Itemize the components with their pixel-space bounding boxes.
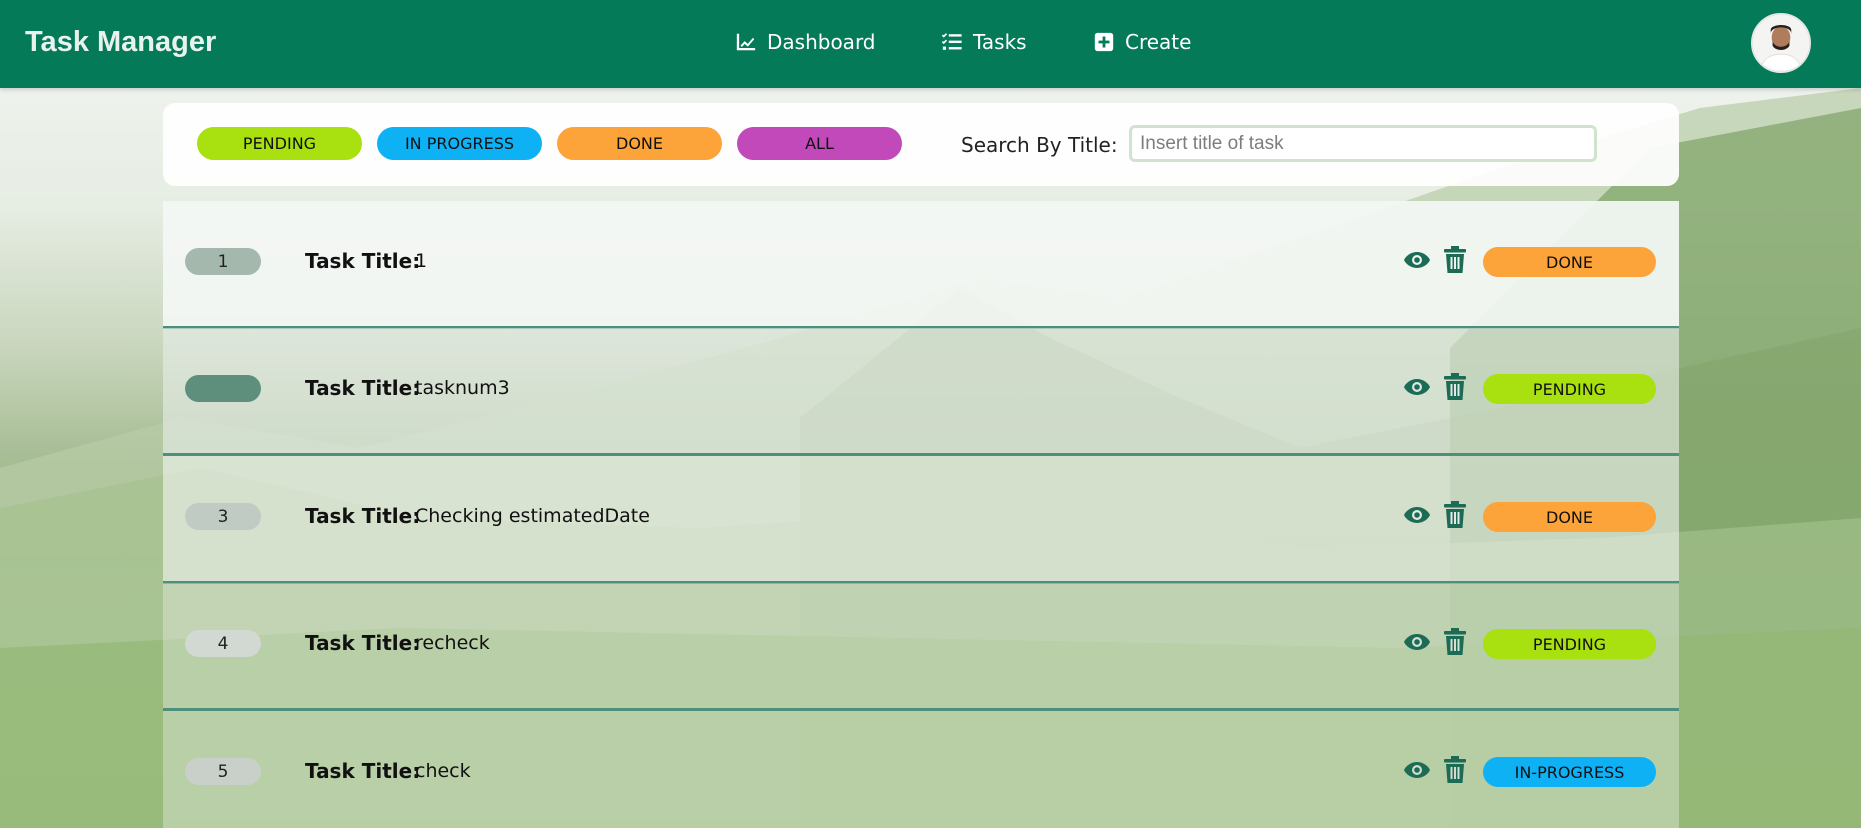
eye-icon[interactable] [1403, 248, 1431, 272]
nav-dashboard-link[interactable]: Dashboard [735, 30, 876, 54]
task-number-badge: 1 [185, 248, 261, 275]
eye-icon[interactable] [1403, 503, 1431, 527]
task-row: 3 Task Title: Checking estimatedDate DON… [163, 456, 1679, 584]
filter-in-progress-button[interactable]: IN PROGRESS [377, 127, 542, 160]
status-badge: PENDING [1483, 629, 1656, 659]
task-title-label: Task Title: [305, 249, 421, 273]
task-title-value: Checking estimatedDate [415, 505, 650, 527]
navbar: Task Manager Dashboard Tasks Create [0, 0, 1861, 88]
task-number-badge: 3 [185, 503, 261, 530]
trash-icon[interactable] [1444, 628, 1466, 655]
task-list: 1 Task Title: 1 DONE 2 Task Title: taskn… [163, 201, 1679, 828]
filter-bar: PENDING IN PROGRESS DONE ALL Search By T… [163, 103, 1679, 186]
trash-icon[interactable] [1444, 501, 1466, 528]
plus-square-icon [1094, 32, 1114, 52]
nav-tasks-label: Tasks [973, 30, 1027, 54]
task-title-value: check [415, 760, 471, 782]
task-title-label: Task Title: [305, 376, 421, 400]
chart-line-icon [736, 33, 756, 51]
status-badge: DONE [1483, 247, 1656, 277]
task-row: 4 Task Title: recheck PENDING [163, 583, 1679, 711]
task-row: 2 Task Title: tasknum3 PENDING [163, 328, 1679, 456]
trash-icon[interactable] [1444, 246, 1466, 273]
status-badge: DONE [1483, 502, 1656, 532]
status-badge: IN-PROGRESS [1483, 757, 1656, 787]
user-avatar[interactable] [1751, 13, 1811, 73]
app-title[interactable]: Task Manager [25, 26, 216, 59]
search-input[interactable] [1129, 125, 1597, 162]
nav-create-link[interactable]: Create [1093, 30, 1191, 54]
filter-all-button[interactable]: ALL [737, 127, 902, 160]
task-title-value: recheck [415, 632, 490, 654]
nav-create-label: Create [1125, 30, 1192, 54]
trash-icon[interactable] [1444, 756, 1466, 783]
task-title-label: Task Title: [305, 504, 421, 528]
task-number-badge: 5 [185, 758, 261, 785]
filter-pending-button[interactable]: PENDING [197, 127, 362, 160]
eye-icon[interactable] [1403, 375, 1431, 399]
task-title-value: tasknum3 [415, 377, 510, 399]
nav-dashboard-label: Dashboard [767, 30, 876, 54]
status-badge: PENDING [1483, 374, 1656, 404]
eye-icon[interactable] [1403, 630, 1431, 654]
filter-done-button[interactable]: DONE [557, 127, 722, 160]
task-row: 1 Task Title: 1 DONE [163, 201, 1679, 329]
task-title-label: Task Title: [305, 759, 421, 783]
list-check-icon [941, 33, 962, 50]
search-label: Search By Title: [961, 133, 1118, 157]
trash-icon[interactable] [1444, 373, 1466, 400]
task-title-label: Task Title: [305, 631, 421, 655]
task-title-value: 1 [415, 250, 428, 272]
eye-icon[interactable] [1403, 758, 1431, 782]
task-number-badge: 4 [185, 630, 261, 657]
task-row: 5 Task Title: check IN-PROGRESS [163, 711, 1679, 828]
nav-tasks-link[interactable]: Tasks [941, 30, 1027, 54]
task-number-badge: 2 [185, 375, 261, 402]
avatar-image [1753, 15, 1809, 71]
